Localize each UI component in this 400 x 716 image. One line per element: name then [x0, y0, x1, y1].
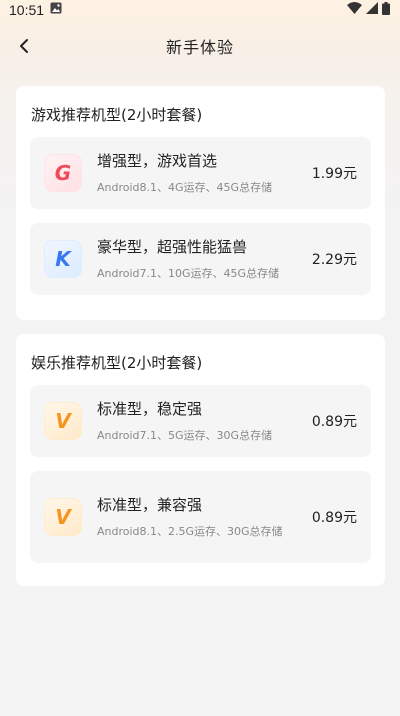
device-name: 增强型，游戏首选	[97, 152, 218, 170]
signal-icon	[366, 2, 378, 18]
app-logo-g-icon: G	[44, 154, 82, 192]
device-card[interactable]: V 标准型，稳定强 Android7.1、5G运存、30G总存储 0.89元	[30, 385, 371, 457]
device-price: 0.89元	[311, 414, 357, 430]
section-title: 游戏推荐机型(2小时套餐)	[31, 106, 203, 124]
wifi-icon	[347, 2, 362, 18]
device-price: 2.29元	[311, 252, 357, 268]
status-time: 10:51	[9, 2, 45, 18]
status-left: 10:51	[9, 2, 62, 18]
device-card[interactable]: G 增强型，游戏首选 Android8.1、4G运存、45G总存储 1.99元	[30, 137, 371, 209]
back-button[interactable]	[12, 34, 36, 58]
svg-text:K: K	[55, 248, 72, 270]
svg-text:G: G	[55, 162, 71, 184]
svg-text:V: V	[55, 506, 72, 528]
status-right	[347, 1, 390, 19]
chevron-left-icon	[20, 39, 28, 53]
app-logo-v-icon: V	[44, 402, 82, 440]
app-logo-v-icon: V	[44, 498, 82, 536]
card-info: 豪华型，超强性能猛兽 Android7.1、10G运存、45G总存储	[97, 236, 306, 282]
svg-text:V: V	[55, 410, 72, 432]
device-price: 0.89元	[311, 510, 357, 526]
nav-bar: 新手体验	[0, 26, 400, 66]
entertainment-recommend-section: 娱乐推荐机型(2小时套餐) V 标准型，稳定强 Android7.1、5G运存、…	[16, 334, 385, 586]
card-info: 标准型，兼容强 Android8.1、2.5G运存、30G总存储	[97, 494, 306, 540]
card-info: 标准型，稳定强 Android7.1、5G运存、30G总存储	[97, 398, 306, 444]
device-name: 豪华型，超强性能猛兽	[97, 238, 248, 256]
device-price: 1.99元	[311, 166, 357, 182]
section-title: 娱乐推荐机型(2小时套餐)	[31, 354, 203, 372]
device-card[interactable]: K 豪华型，超强性能猛兽 Android7.1、10G运存、45G总存储 2.2…	[30, 223, 371, 295]
game-recommend-section: 游戏推荐机型(2小时套餐) G 增强型，游戏首选 Android8.1、4G运存…	[16, 86, 385, 320]
app-logo-k-icon: K	[44, 240, 82, 278]
device-spec: Android8.1、4G运存、45G总存储	[97, 181, 273, 194]
card-info: 增强型，游戏首选 Android8.1、4G运存、45G总存储	[97, 150, 306, 196]
device-spec: Android7.1、5G运存、30G总存储	[97, 429, 273, 442]
battery-icon	[382, 1, 390, 19]
status-bar: 10:51	[0, 0, 400, 20]
page-title: 新手体验	[165, 38, 234, 57]
gallery-notification-icon	[50, 2, 62, 18]
device-spec: Android8.1、2.5G运存、30G总存储	[97, 525, 283, 538]
device-name: 标准型，兼容强	[97, 496, 203, 514]
device-spec: Android7.1、10G运存、45G总存储	[97, 267, 280, 280]
device-name: 标准型，稳定强	[97, 400, 203, 418]
device-card[interactable]: V 标准型，兼容强 Android8.1、2.5G运存、30G总存储 0.89元	[30, 471, 371, 563]
